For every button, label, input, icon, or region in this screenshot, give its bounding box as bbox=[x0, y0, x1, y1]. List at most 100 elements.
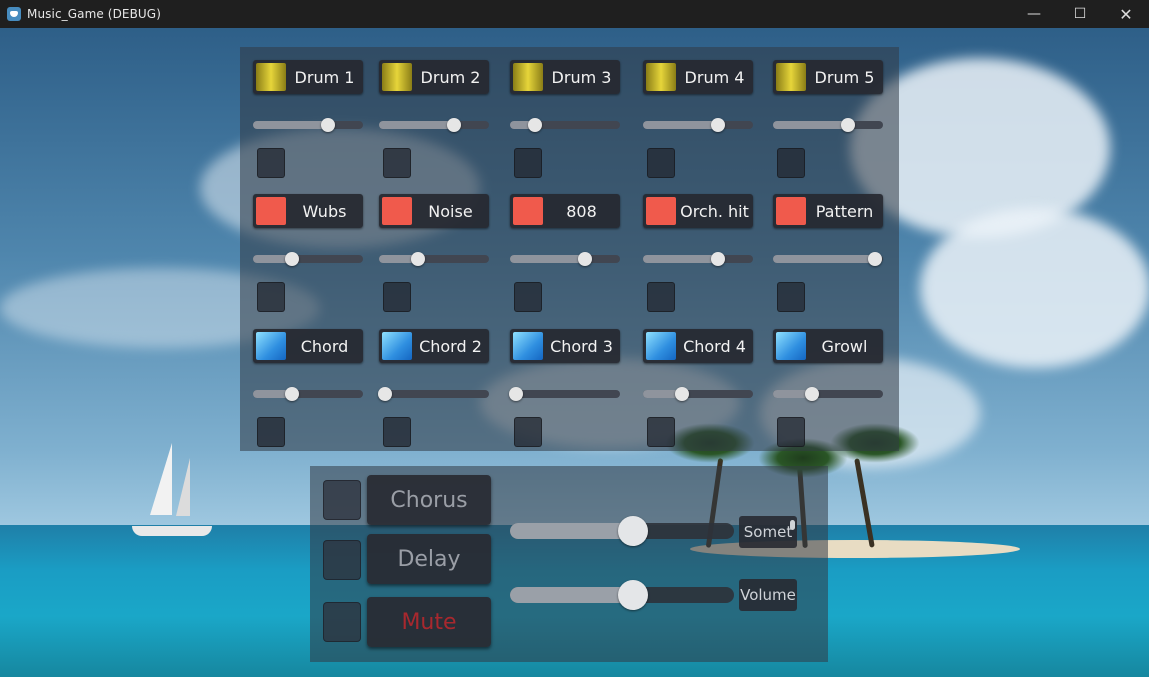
volume-slider-drum-4[interactable] bbox=[643, 118, 753, 132]
enable-checkbox-drum-1[interactable] bbox=[257, 148, 285, 178]
volume-slider-chord-4[interactable] bbox=[643, 387, 753, 401]
maximize-button[interactable]: ☐ bbox=[1057, 0, 1103, 28]
instrument-button-chord[interactable]: Chord bbox=[253, 329, 363, 363]
instrument-cell-drum-3: Drum 3 bbox=[510, 60, 622, 178]
enable-checkbox-808[interactable] bbox=[514, 282, 542, 312]
instrument-button-drum-5[interactable]: Drum 5 bbox=[773, 60, 883, 94]
instrument-label: Chord 3 bbox=[550, 336, 613, 356]
instrument-button-noise[interactable]: Noise bbox=[379, 194, 489, 228]
instrument-cell-orch-hit: Orch. hit bbox=[643, 194, 755, 312]
godot-app-icon bbox=[7, 7, 21, 21]
tag-scrollbar[interactable] bbox=[790, 520, 795, 530]
volume-slider-noise[interactable] bbox=[379, 252, 489, 266]
slider-knob[interactable] bbox=[284, 252, 299, 266]
instrument-label: Noise bbox=[428, 201, 473, 221]
slider-knob[interactable] bbox=[868, 252, 883, 266]
mute-checkbox[interactable] bbox=[323, 602, 361, 642]
slider-knob[interactable] bbox=[804, 387, 819, 401]
chorus-checkbox[interactable] bbox=[323, 480, 361, 520]
effect-tag-label: Somet bbox=[743, 523, 793, 541]
slider-knob[interactable] bbox=[508, 387, 523, 401]
enable-checkbox-wubs[interactable] bbox=[257, 282, 285, 312]
instrument-button-growl[interactable]: Growl bbox=[773, 329, 883, 363]
enable-checkbox-growl[interactable] bbox=[777, 417, 805, 447]
instrument-button-drum-2[interactable]: Drum 2 bbox=[379, 60, 489, 94]
volume-slider-808[interactable] bbox=[510, 252, 620, 266]
minimize-button[interactable]: — bbox=[1011, 0, 1057, 28]
volume-slider-growl[interactable] bbox=[773, 387, 883, 401]
enable-checkbox-drum-5[interactable] bbox=[777, 148, 805, 178]
slider-knob[interactable] bbox=[840, 118, 855, 132]
enable-checkbox-chord-4[interactable] bbox=[647, 417, 675, 447]
volume-slider-chord-3[interactable] bbox=[508, 387, 620, 401]
slider-knob[interactable] bbox=[446, 118, 461, 132]
enable-checkbox-chord-3[interactable] bbox=[514, 417, 542, 447]
instrument-button-drum-4[interactable]: Drum 4 bbox=[643, 60, 753, 94]
slider-knob[interactable] bbox=[377, 387, 392, 401]
volume-slider-wubs[interactable] bbox=[253, 252, 363, 266]
delay-checkbox[interactable] bbox=[323, 540, 361, 580]
enable-checkbox-pattern[interactable] bbox=[777, 282, 805, 312]
effect-slider[interactable] bbox=[510, 516, 734, 546]
instrument-button-orch-hit[interactable]: Orch. hit bbox=[643, 194, 753, 228]
instrument-button-chord-4[interactable]: Chord 4 bbox=[643, 329, 753, 363]
close-button[interactable]: ✕ bbox=[1103, 0, 1149, 28]
enable-checkbox-chord-2[interactable] bbox=[383, 417, 411, 447]
enable-checkbox-chord[interactable] bbox=[257, 417, 285, 447]
instrument-color-swatch bbox=[646, 197, 676, 225]
slider-knob[interactable] bbox=[710, 252, 725, 266]
volume-slider-drum-1[interactable] bbox=[253, 118, 363, 132]
instrument-cell-808: 808 bbox=[510, 194, 622, 312]
instrument-label: 808 bbox=[566, 201, 597, 221]
instrument-cell-chord: Chord bbox=[253, 329, 365, 447]
volume-slider-drum-3[interactable] bbox=[510, 118, 620, 132]
effect-tag: Somet bbox=[739, 516, 797, 548]
instrument-cell-drum-5: Drum 5 bbox=[773, 60, 885, 178]
chorus-button[interactable]: Chorus bbox=[367, 475, 491, 525]
volume-slider-chord-2[interactable] bbox=[377, 387, 489, 401]
slider-knob[interactable] bbox=[674, 387, 689, 401]
enable-checkbox-orch-hit[interactable] bbox=[647, 282, 675, 312]
effects-panel: Chorus Delay Mute Somet Volume bbox=[310, 466, 828, 662]
slider-knob[interactable] bbox=[410, 252, 425, 266]
enable-checkbox-noise[interactable] bbox=[383, 282, 411, 312]
volume-slider-orch-hit[interactable] bbox=[643, 252, 753, 266]
instrument-cell-chord-2: Chord 2 bbox=[377, 329, 491, 447]
enable-checkbox-drum-2[interactable] bbox=[383, 148, 411, 178]
volume-tag: Volume bbox=[739, 579, 797, 611]
instrument-panel: Drum 1 Drum 2 Drum 3 Drum 4 Drum 5 Wubs Noise 8… bbox=[240, 47, 899, 451]
slider-knob[interactable] bbox=[320, 118, 335, 132]
instrument-button-pattern[interactable]: Pattern bbox=[773, 194, 883, 228]
instrument-color-swatch bbox=[382, 63, 412, 91]
mute-button[interactable]: Mute bbox=[367, 597, 491, 647]
instrument-label: Drum 3 bbox=[551, 67, 612, 87]
volume-slider[interactable] bbox=[510, 580, 734, 610]
volume-slider-chord[interactable] bbox=[253, 387, 363, 401]
slider-knob[interactable] bbox=[577, 252, 592, 266]
instrument-button-drum-3[interactable]: Drum 3 bbox=[510, 60, 620, 94]
slider-knob[interactable] bbox=[528, 118, 543, 132]
volume-slider-drum-2[interactable] bbox=[379, 118, 489, 132]
instrument-color-swatch bbox=[776, 332, 806, 360]
instrument-color-swatch bbox=[256, 63, 286, 91]
instrument-cell-noise: Noise bbox=[379, 194, 491, 312]
delay-button[interactable]: Delay bbox=[367, 534, 491, 584]
slider-knob[interactable] bbox=[284, 387, 299, 401]
instrument-button-wubs[interactable]: Wubs bbox=[253, 194, 363, 228]
instrument-button-chord-3[interactable]: Chord 3 bbox=[510, 329, 620, 363]
instrument-label: Pattern bbox=[815, 201, 874, 221]
instrument-color-swatch bbox=[646, 63, 676, 91]
slider-knob[interactable] bbox=[710, 118, 725, 132]
instrument-button-808[interactable]: 808 bbox=[510, 194, 620, 228]
instrument-cell-drum-4: Drum 4 bbox=[643, 60, 755, 178]
sailboat-sail bbox=[176, 458, 190, 516]
enable-checkbox-drum-3[interactable] bbox=[514, 148, 542, 178]
instrument-button-drum-1[interactable]: Drum 1 bbox=[253, 60, 363, 94]
volume-slider-pattern[interactable] bbox=[773, 252, 883, 266]
volume-slider-drum-5[interactable] bbox=[773, 118, 883, 132]
enable-checkbox-drum-4[interactable] bbox=[647, 148, 675, 178]
instrument-button-chord-2[interactable]: Chord 2 bbox=[379, 329, 489, 363]
slider-knob[interactable] bbox=[618, 580, 649, 610]
instrument-color-swatch bbox=[382, 197, 412, 225]
slider-knob[interactable] bbox=[618, 516, 649, 546]
